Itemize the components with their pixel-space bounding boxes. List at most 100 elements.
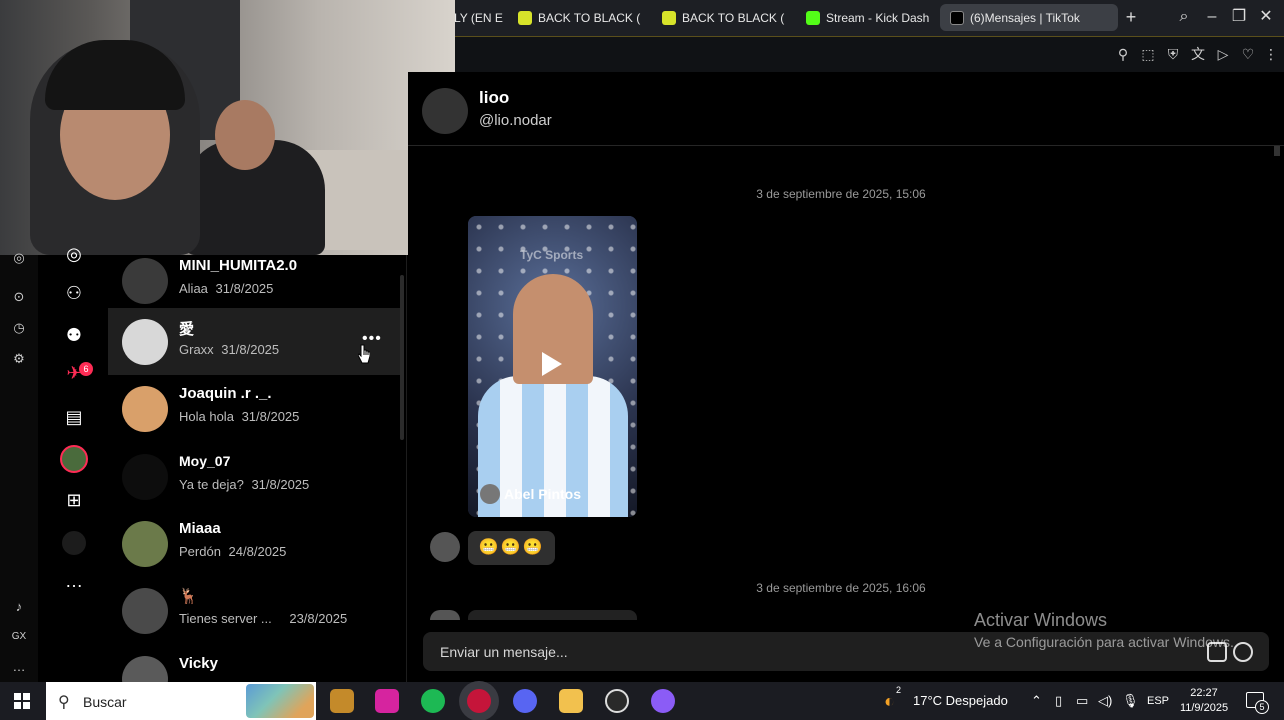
upload-icon[interactable]: ⊞ xyxy=(62,488,86,512)
network-icon[interactable]: ▭ xyxy=(1076,682,1088,720)
conversation-item[interactable]: Vicky xyxy=(108,645,400,682)
browser-tab[interactable]: Stream - Kick Dash xyxy=(796,4,936,31)
chevron-up-icon[interactable]: ⌃ xyxy=(1031,682,1042,720)
new-tab-button[interactable]: + xyxy=(1122,8,1140,26)
preview-date: 31/8/2025 xyxy=(215,281,274,296)
avatar[interactable] xyxy=(422,88,468,134)
play-icon[interactable] xyxy=(542,352,562,376)
file-explorer-icon[interactable] xyxy=(559,689,583,713)
history-icon[interactable]: ◷ xyxy=(10,319,28,337)
tiktok-nav: ◎ ⚇ ⚉ ✈ 6 ▤ ⊞ … xyxy=(38,244,108,682)
chat-scrollbar[interactable] xyxy=(1274,146,1280,156)
conversation-preview: Hola hola 31/8/2025 xyxy=(179,409,299,424)
tab-favicon-icon xyxy=(662,10,676,25)
preview-text: Aliaa xyxy=(179,281,208,296)
close-icon[interactable]: ✕ xyxy=(1256,8,1276,26)
conversation-name: MINI_HUMITA2.0 xyxy=(179,257,298,274)
explore-icon[interactable]: ◎ xyxy=(62,242,86,266)
browser-toolbar: ⚲ ⬚ ⛨ 文 ▷ ♡ ⋮ xyxy=(455,36,1284,72)
taskbar-clock[interactable]: 22:27 11/9/2025 xyxy=(1168,686,1240,716)
windows-taskbar: ⚲ Buscar ◐ 2 17°C Despejado ⌃ ▯ ▭ ◁) 🎙 E… xyxy=(0,682,1284,720)
browser-tab[interactable]: BACK TO BLACK ( xyxy=(508,4,648,31)
conversation-item[interactable]: 🦌 Tienes server ... 23/8/2025 xyxy=(108,577,400,644)
minimize-icon[interactable]: – xyxy=(1202,8,1222,26)
message-bubble[interactable] xyxy=(468,610,637,620)
chat-contact-name[interactable]: lioo xyxy=(479,88,509,108)
avatar xyxy=(122,521,168,567)
opera-gx-icon[interactable] xyxy=(467,689,491,713)
profile-avatar[interactable] xyxy=(60,445,88,473)
pin-icon[interactable]: ⚲ xyxy=(1115,46,1131,62)
tab-label: BACK TO BLACK ( xyxy=(538,10,641,25)
emoji-message[interactable]: 😬😬😬 xyxy=(468,531,555,565)
following-icon[interactable]: ⚇ xyxy=(62,281,86,305)
more-icon[interactable]: … xyxy=(62,569,86,593)
screenshot-icon[interactable]: ⬚ xyxy=(1140,46,1156,62)
tiktok-icon[interactable]: ♪ xyxy=(10,598,28,616)
heart-icon[interactable]: ♡ xyxy=(1240,46,1256,62)
minecraft-icon[interactable] xyxy=(330,689,354,713)
search-icon[interactable]: ⌕ xyxy=(1174,8,1194,26)
shared-video-message[interactable]: TyC Sports Abel Pintos xyxy=(468,216,637,517)
preview-text: Graxx xyxy=(179,342,214,357)
play-icon[interactable]: ▷ xyxy=(1215,46,1231,62)
browser-tab-active[interactable]: (6)Mensajes | TikTok xyxy=(940,4,1118,31)
mouse-cursor-icon xyxy=(358,344,370,364)
search-label: Buscar xyxy=(83,694,127,710)
browser-tab[interactable]: LY (EN E xyxy=(450,4,506,31)
windows-start-icon[interactable] xyxy=(14,693,30,709)
discord-icon[interactable] xyxy=(513,689,537,713)
more-icon[interactable]: … xyxy=(10,658,28,676)
conversation-item[interactable]: MINI_HUMITA2.0 Aliaa 31/8/2025 xyxy=(108,255,400,314)
kick-favicon-icon xyxy=(806,10,820,25)
conversation-item-hovered[interactable]: 愛 Graxx 31/8/2025 ••• xyxy=(108,308,400,375)
language-indicator[interactable]: ESP xyxy=(1147,682,1169,720)
spotify-icon[interactable] xyxy=(421,689,445,713)
conversation-preview: Graxx 31/8/2025 xyxy=(179,342,279,357)
conversation-preview: Tienes server ... 23/8/2025 xyxy=(179,611,347,626)
player-icon[interactable]: ⊙ xyxy=(10,288,28,306)
shield-icon[interactable]: ⛨ xyxy=(1165,46,1181,62)
device-icon[interactable]: ▯ xyxy=(1055,682,1062,720)
webcam-overlay: logi xyxy=(0,0,455,255)
friends-icon[interactable]: ⚉ xyxy=(62,323,86,347)
tab-label: BACK TO BLACK ( xyxy=(682,10,785,25)
instagram-icon[interactable] xyxy=(375,689,399,713)
restore-icon[interactable]: ❐ xyxy=(1229,8,1249,26)
chat-contact-handle[interactable]: @lio.nodar xyxy=(479,112,552,129)
preview-date: 31/8/2025 xyxy=(221,342,280,357)
menu-icon[interactable]: ⋮ xyxy=(1263,46,1279,62)
translate-icon[interactable]: 文 xyxy=(1190,46,1206,62)
conversation-scrollbar[interactable] xyxy=(400,275,404,440)
app-icon[interactable] xyxy=(651,689,675,713)
preview-text: Perdón xyxy=(179,544,221,559)
weather-text[interactable]: 17°C Despejado xyxy=(913,682,1008,720)
settings-icon[interactable]: ⚙ xyxy=(10,350,28,368)
conversation-item[interactable]: Miaaa Perdón 24/8/2025 xyxy=(108,510,400,577)
microphone-icon[interactable]: 🎙 xyxy=(1122,682,1139,720)
conversation-name: Moy_07 xyxy=(179,453,231,469)
preview-date: 23/8/2025 xyxy=(289,611,348,626)
avatar[interactable] xyxy=(430,610,460,620)
weather-icon[interactable]: ◐ xyxy=(884,682,895,720)
avatar xyxy=(122,656,168,682)
chat-header: lioo @lio.nodar xyxy=(408,72,1284,146)
taskbar-search[interactable]: ⚲ Buscar xyxy=(46,682,316,720)
conversation-name: Joaquin .r ._. xyxy=(179,385,272,402)
message-input-placeholder: Enviar un mensaje... xyxy=(440,644,568,660)
conversation-item[interactable]: Joaquin .r ._. Hola hola 31/8/2025 xyxy=(108,375,400,442)
messages-icon[interactable]: ▤ xyxy=(62,405,86,429)
conversation-preview: Aliaa 31/8/2025 xyxy=(179,281,273,296)
avatar[interactable] xyxy=(430,532,460,562)
activate-windows-watermark: Activar Windows Ve a Configuración para … xyxy=(974,610,1234,650)
tab-label: LY (EN E xyxy=(454,10,503,25)
browser-tab[interactable]: BACK TO BLACK ( xyxy=(652,4,792,31)
volume-icon[interactable]: ◁) xyxy=(1098,682,1112,720)
emoji-icon[interactable] xyxy=(1233,642,1253,662)
gx-icon[interactable]: GX xyxy=(10,628,28,646)
obs-icon[interactable] xyxy=(605,689,629,713)
avatar xyxy=(122,588,168,634)
conversation-item[interactable]: Moy_07 Ya te deja? 31/8/2025 xyxy=(108,443,400,510)
conversation-name: Vicky xyxy=(179,655,218,672)
sidebar-item-icon[interactable]: ◎ xyxy=(10,249,28,267)
